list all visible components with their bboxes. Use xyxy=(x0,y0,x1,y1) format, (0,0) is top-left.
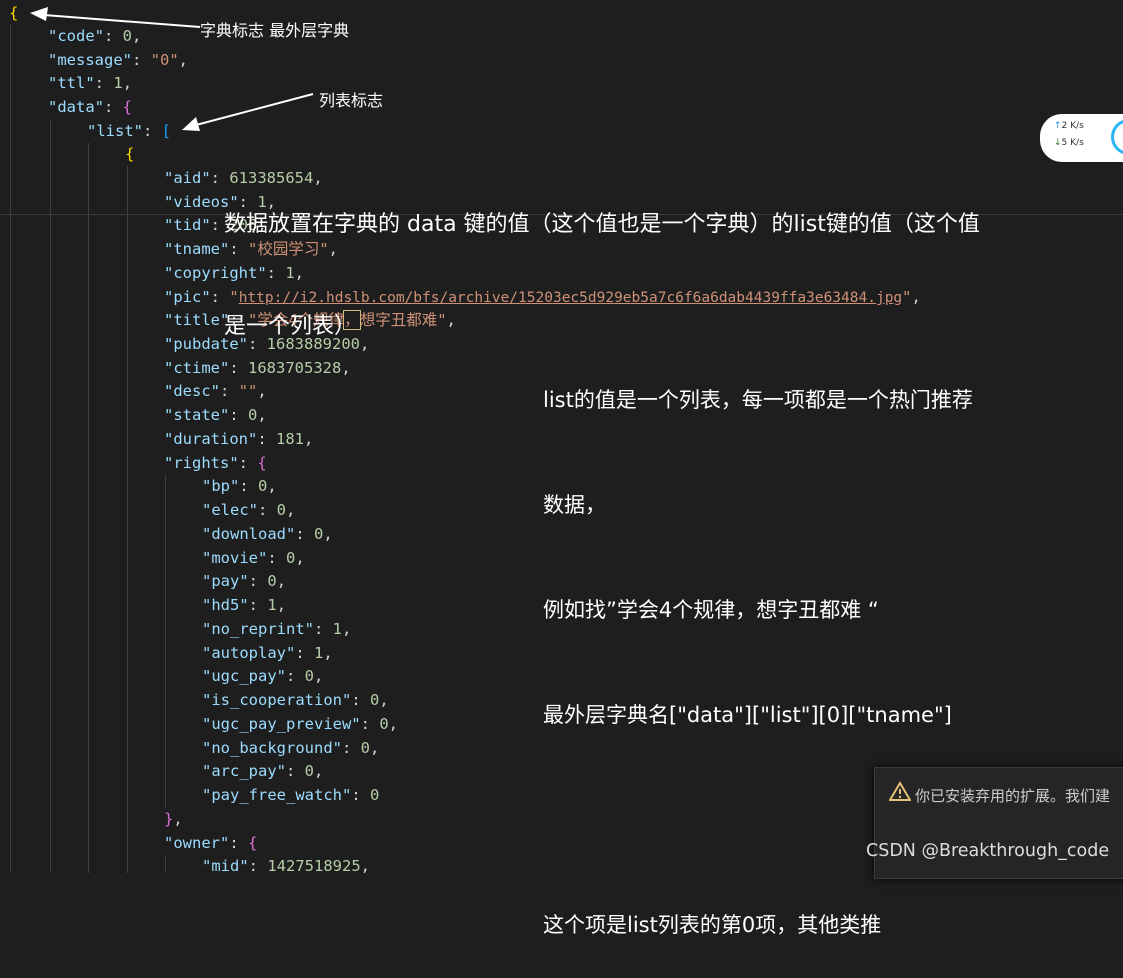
warning-icon xyxy=(889,781,911,801)
upload-speed: 2 xyxy=(1061,121,1068,131)
notification-message: 你已安装弃用的扩展。我们建 xyxy=(915,787,1111,805)
download-arrow-icon: ↓ xyxy=(1054,138,1062,148)
annotation-line: 例如找”学会4个规律，想字丑都难 “ xyxy=(543,598,879,622)
network-speed-widget[interactable]: ↑2 K/s ↓5 K/s xyxy=(1040,114,1123,162)
list-marker-annotation: 列表标志 xyxy=(319,91,384,110)
download-speed: 5 xyxy=(1061,138,1068,148)
annotation-line: 数据， xyxy=(543,493,606,517)
arrow-to-dict-brace xyxy=(30,7,201,28)
dict-marker-annotation: 字典标志 最外层字典 xyxy=(200,21,350,40)
watermark: CSDN @Breakthrough_code xyxy=(866,841,1110,861)
extension-notification[interactable]: 你已安装弃用的扩展。我们建 xyxy=(874,767,1123,879)
speed-ring-icon xyxy=(1111,119,1123,155)
arrow-to-list-bracket xyxy=(182,93,314,131)
annotation-line: 这个项是list列表的第0项，其他类推 xyxy=(543,913,882,937)
upload-arrow-icon: ↑ xyxy=(1054,121,1062,131)
annotation-line: 数据放置在字典的 data 键的值（这个值也是一个字典）的list键的值（这个值 xyxy=(224,212,980,237)
annotation-line: 最外层字典名["data"]["list"][0]["tname"] xyxy=(543,703,952,727)
annotation-line: list的值是一个列表，每一项都是一个热门推荐 xyxy=(543,388,973,412)
